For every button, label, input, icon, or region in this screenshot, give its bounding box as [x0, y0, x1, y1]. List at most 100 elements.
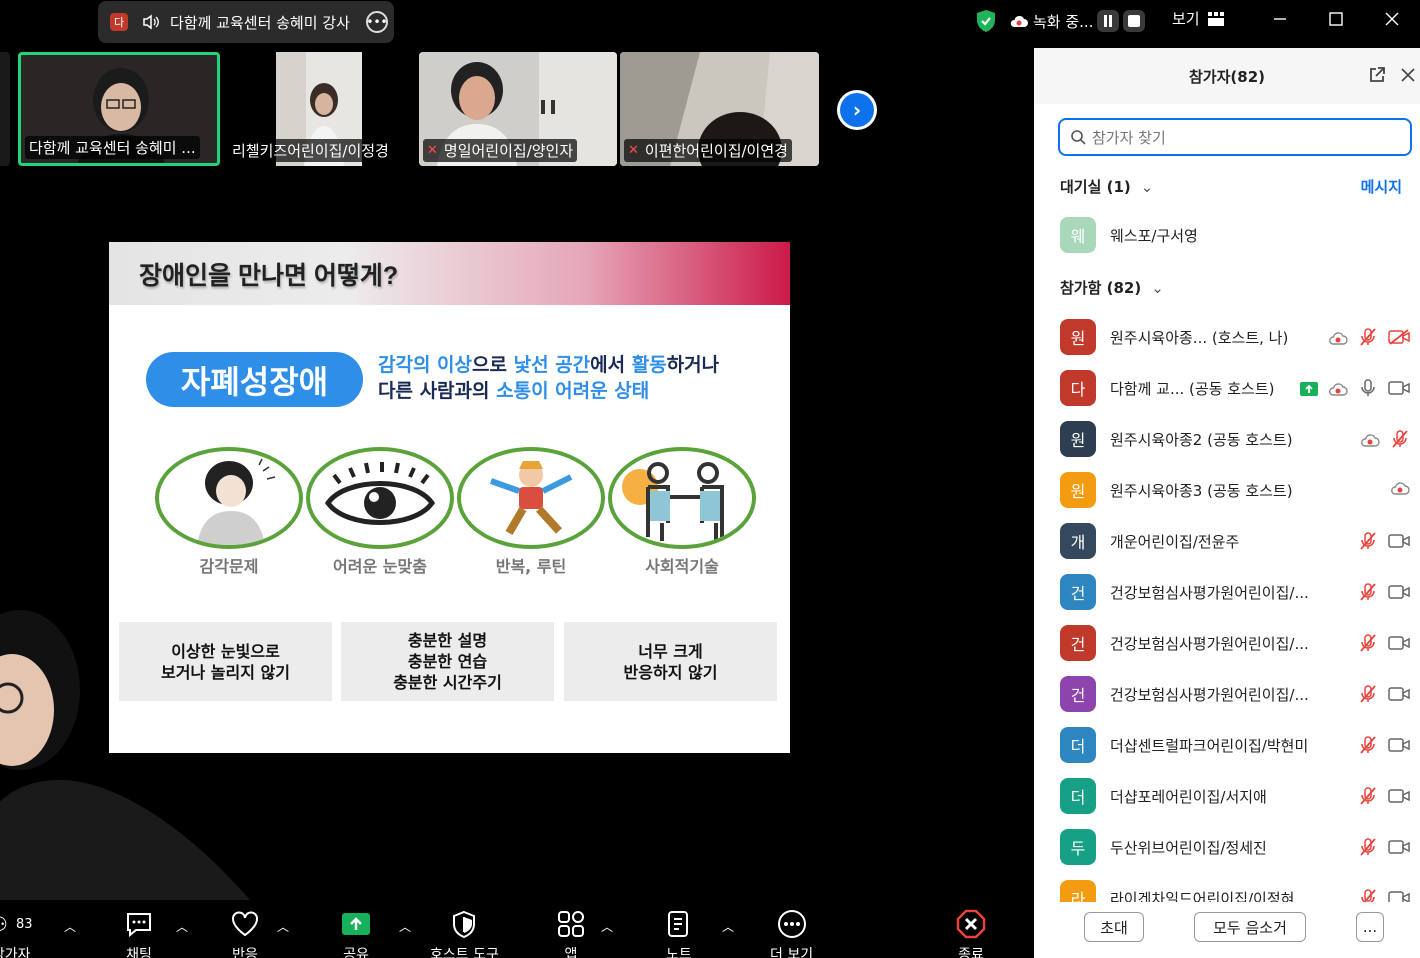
mic-muted-icon[interactable] [1358, 786, 1378, 810]
panel-footer: 초대 모두 음소거 ... [1034, 902, 1420, 958]
chevron-up-icon[interactable]: ︿ [64, 918, 76, 935]
security-shield-icon[interactable] [975, 9, 997, 33]
camera-off-icon[interactable] [1388, 329, 1410, 349]
two-people-icon [622, 462, 724, 541]
participant-status-icons [1360, 429, 1410, 453]
message-link[interactable]: 메시지 [1361, 176, 1402, 197]
mic-muted-icon[interactable] [1390, 429, 1410, 453]
camera-icon[interactable] [1388, 380, 1410, 400]
close-window-button[interactable] [1364, 0, 1420, 38]
camera-icon[interactable] [1388, 839, 1410, 859]
mic-muted-icon[interactable] [1358, 633, 1378, 657]
camera-icon[interactable] [1388, 737, 1410, 757]
thumbnail-video-2[interactable]: 리첼키즈어린이집/이정경 [224, 52, 414, 166]
participant-row[interactable]: 건 건강보험심사평가원어린이집/... [1060, 625, 1410, 661]
chevron-up-icon[interactable]: ︿ [399, 918, 411, 935]
chevron-up-icon[interactable]: ︿ [277, 918, 289, 935]
invite-button[interactable]: 초대 [1084, 912, 1144, 942]
chevron-up-icon[interactable]: ︿ [176, 918, 188, 935]
end-meeting-button[interactable]: 종료 [956, 908, 986, 958]
mic-muted-icon[interactable] [1358, 327, 1378, 351]
heart-icon [230, 908, 260, 940]
participant-row[interactable]: 더 더샵포레어린이집/서지애 [1060, 778, 1410, 814]
speaker-name: 다함께 교육센터 송혜미 강사 [170, 13, 350, 32]
recording-status[interactable]: 녹화 중... [1009, 11, 1093, 32]
participant-row[interactable]: 건 건강보험심사평가원어린이집/... [1060, 574, 1410, 610]
participant-row[interactable]: 두 두산위브어린이집/정세진 [1060, 829, 1410, 865]
view-button[interactable]: 보기 [1172, 8, 1224, 29]
thumbnail-video-3[interactable]: ✕ 명일어린이집/양인자 [419, 52, 617, 166]
avatar: 두 [1060, 829, 1096, 865]
thumbnail-video-1[interactable]: 다함께 교육센터 송혜미 ... [18, 52, 220, 166]
host-shield-icon [451, 908, 477, 940]
participant-search-input[interactable]: 참가자 찾기 [1058, 118, 1412, 156]
camera-icon[interactable] [1388, 788, 1410, 808]
avatar: 건 [1060, 574, 1096, 610]
chevron-up-icon[interactable]: ︿ [722, 918, 734, 935]
social-skills-illustration [608, 447, 756, 549]
mic-muted-icon[interactable] [1358, 837, 1378, 861]
share-button[interactable]: 공유 [340, 908, 372, 958]
mic-muted-icon[interactable] [1358, 735, 1378, 759]
participant-name: 웨스포/구서영 [1110, 226, 1198, 245]
screen-share-icon [1300, 381, 1318, 400]
camera-icon[interactable] [1388, 635, 1410, 655]
description-line-1: 감각의 이상으로 낯선 공간에서 활동하거나 [378, 352, 719, 378]
mic-icon[interactable] [1358, 378, 1378, 402]
apps-button[interactable]: 앱 [556, 908, 586, 958]
participant-name: 건강보험심사평가원어린이집/... [1110, 634, 1309, 653]
mic-muted-icon[interactable] [1358, 684, 1378, 708]
next-page-button[interactable]: › [837, 90, 877, 130]
more-button[interactable]: 더 보기 [770, 908, 813, 958]
avatar: 원 [1060, 319, 1096, 355]
mic-muted-icon[interactable] [1358, 531, 1378, 555]
maximize-button[interactable] [1308, 0, 1364, 38]
chevron-up-icon[interactable]: ︿ [601, 918, 613, 935]
avatar: 원 [1060, 421, 1096, 457]
more-dots-icon [777, 908, 807, 940]
more-options-icon[interactable]: ••• [366, 11, 388, 33]
close-panel-icon[interactable] [1400, 64, 1416, 88]
circle-label: 감각문제 [199, 557, 259, 576]
participant-name: 개운어린이집/전윤주 [1110, 532, 1240, 551]
reactions-button[interactable]: 반응 [230, 908, 260, 958]
more-options-button[interactable]: ... [1356, 912, 1384, 942]
mic-muted-icon[interactable] [1358, 582, 1378, 606]
mute-all-button[interactable]: 모두 음소거 [1194, 912, 1306, 942]
circle-label: 어려운 눈맞춤 [333, 557, 427, 576]
participant-row[interactable]: 건 건강보험심사평가원어린이집/... [1060, 676, 1410, 712]
thumbnail-video-4[interactable]: ✕ 이편한어린이집/이연경 [620, 52, 819, 166]
camera-icon[interactable] [1388, 584, 1410, 604]
participant-row[interactable]: 원 원주시육아종3 (공동 호스트) [1060, 472, 1410, 508]
description-text: 으로 [472, 354, 514, 376]
joined-section[interactable]: 참가함 (82) ⌄ [1060, 277, 1164, 298]
highlighted-text: 낯선 공간 [513, 354, 591, 376]
pause-recording-button[interactable] [1097, 10, 1120, 32]
camera-icon[interactable] [1388, 686, 1410, 706]
participant-row[interactable]: 원 원주시육아종2 (공동 호스트) [1060, 421, 1410, 457]
avatar: 원 [1060, 472, 1096, 508]
minimize-button[interactable] [1252, 0, 1308, 38]
avatar: 더 [1060, 727, 1096, 763]
host-tools-button[interactable]: 호스트 도구 [430, 908, 499, 958]
participant-row[interactable]: 더 더샵센트럴파크어린이집/박현미 [1060, 727, 1410, 763]
tip-line: 충분한 연습 [407, 652, 488, 671]
waiting-participant-row[interactable]: 웨 웨스포/구서영 [1060, 217, 1410, 253]
participants-button[interactable]: ⚇83 참가자 [0, 908, 32, 958]
active-speaker-chip[interactable]: 다 다함께 교육센터 송혜미 강사 ••• [98, 1, 394, 43]
highlighted-text: 감각의 이상 [378, 354, 473, 376]
participant-row[interactable]: 다 다함께 교... (공동 호스트) [1060, 370, 1410, 406]
stop-recording-button[interactable] [1123, 10, 1146, 32]
tip-box-2: 충분한 설명 충분한 연습 충분한 시간주기 [341, 622, 554, 701]
pause-icon [1104, 15, 1113, 27]
camera-icon[interactable] [1388, 533, 1410, 553]
participant-row[interactable]: 원 원주시육아종... (호스트, 나) [1060, 319, 1410, 355]
notes-button[interactable]: 노트 [666, 908, 692, 958]
pop-out-icon[interactable] [1368, 66, 1386, 88]
chat-button[interactable]: 채팅 [124, 908, 154, 958]
waiting-room-section[interactable]: 대기실 (1) ⌄ [1060, 176, 1153, 197]
thumbnail-name: ✕ 이편한어린이집/이연경 [624, 139, 792, 162]
top-bar: 다 다함께 교육센터 송혜미 강사 ••• 녹화 중... 보기 [0, 0, 1420, 48]
toolbar-label: 앱 [564, 947, 578, 958]
participant-row[interactable]: 개 개운어린이집/전윤주 [1060, 523, 1410, 559]
